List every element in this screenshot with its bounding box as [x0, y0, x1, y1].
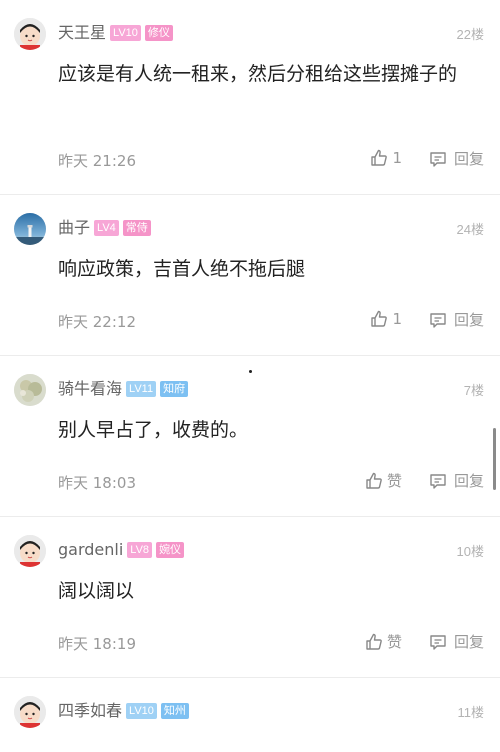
comment-feed: 天王星 LV10 修仪 22楼 应该是有人统一租来，然后分租给这些摆摊子的 昨天… — [0, 0, 500, 752]
reply-label: 回复 — [453, 472, 484, 490]
username-text[interactable]: gardenli — [58, 537, 123, 563]
avatar[interactable] — [14, 535, 46, 567]
like-label: 赞 — [386, 472, 402, 490]
level-badge: LV8 — [127, 542, 153, 558]
like-button[interactable]: 1 — [369, 309, 402, 329]
like-button[interactable]: 赞 — [364, 631, 402, 652]
thumbs-up-icon — [366, 472, 382, 489]
username-text[interactable]: 天王星 — [58, 20, 106, 46]
avatar[interactable] — [14, 18, 46, 50]
reply-label: 回复 — [453, 633, 484, 651]
reply-label: 回复 — [453, 311, 484, 329]
like-button[interactable]: 1 — [369, 148, 402, 168]
title-badge: 知府 — [160, 381, 189, 397]
thumbs-up-icon — [371, 310, 388, 327]
username[interactable]: 天王星 LV10 修仪 — [58, 20, 173, 46]
level-badge: LV10 — [126, 703, 157, 719]
title-badge: 常侍 — [122, 220, 151, 236]
floor-number: 24楼 — [456, 222, 484, 237]
level-badge: LV11 — [126, 381, 157, 397]
comment-text: 别人早占了，收费的。 — [58, 419, 249, 441]
comment-time: 昨天 18:19 — [58, 635, 136, 653]
reply-label: 回复 — [453, 150, 484, 168]
title-badge: 知州 — [160, 703, 189, 719]
username[interactable]: 曲子 LV4 常侍 — [58, 215, 151, 241]
cursor-dot — [249, 370, 252, 373]
comment-icon — [430, 634, 446, 650]
comment-text: 响应政策，吉首人绝不拖后腿 — [58, 258, 306, 280]
username-text[interactable]: 骑牛看海 — [58, 376, 122, 402]
comment-item: 天王星 LV10 修仪 22楼 应该是有人统一租来，然后分租给这些摆摊子的 昨天… — [0, 0, 500, 194]
comment-item: gardenli LV8 婉仪 10楼 阔以阔以 昨天 18:19 赞 回复 — [0, 517, 500, 677]
comment-item: 曲子 LV4 常侍 24楼 响应政策，吉首人绝不拖后腿 昨天 22:12 1 回… — [0, 195, 500, 355]
username[interactable]: 四季如春 LV10 知州 — [58, 698, 189, 724]
comment-icon — [430, 151, 446, 167]
username[interactable]: 骑牛看海 LV11 知府 — [58, 376, 189, 402]
comment-icon — [430, 312, 446, 328]
reply-button[interactable]: 回复 — [428, 631, 484, 652]
floor-number: 7楼 — [463, 383, 484, 398]
comment-text: 应该是有人统一租来，然后分租给这些摆摊子的 — [58, 63, 458, 85]
comment-icon — [430, 473, 446, 489]
comment-time: 昨天 21:26 — [58, 152, 136, 170]
floor-number: 22楼 — [456, 27, 484, 42]
scrollbar[interactable] — [493, 428, 496, 490]
level-badge: LV4 — [94, 220, 119, 236]
comment-time: 昨天 18:03 — [58, 474, 136, 492]
username-text[interactable]: 四季如春 — [58, 698, 122, 724]
level-badge: LV10 — [110, 25, 141, 41]
like-count: 1 — [392, 310, 402, 328]
comment-item: 四季如春 LV10 知州 11楼 — [0, 678, 500, 752]
thumbs-up-icon — [366, 633, 382, 650]
avatar[interactable] — [14, 696, 46, 728]
title-badge: 婉仪 — [156, 542, 185, 558]
floor-number: 10楼 — [456, 544, 484, 559]
title-badge: 修仪 — [144, 25, 173, 41]
comment-text: 阔以阔以 — [58, 580, 135, 602]
floor-number: 11楼 — [457, 705, 485, 720]
username[interactable]: gardenli LV8 婉仪 — [58, 537, 185, 563]
like-count: 1 — [392, 149, 402, 167]
avatar[interactable] — [14, 213, 46, 245]
username-text[interactable]: 曲子 — [58, 215, 90, 241]
reply-button[interactable]: 回复 — [428, 470, 484, 491]
reply-button[interactable]: 回复 — [428, 148, 484, 169]
like-button[interactable]: 赞 — [364, 470, 402, 491]
reply-button[interactable]: 回复 — [428, 309, 484, 330]
avatar[interactable] — [14, 374, 46, 406]
thumbs-up-icon — [371, 149, 388, 166]
comment-item: 骑牛看海 LV11 知府 7楼 别人早占了，收费的。 昨天 18:03 赞 回复 — [0, 356, 500, 516]
like-label: 赞 — [386, 633, 402, 651]
comment-time: 昨天 22:12 — [58, 313, 136, 331]
